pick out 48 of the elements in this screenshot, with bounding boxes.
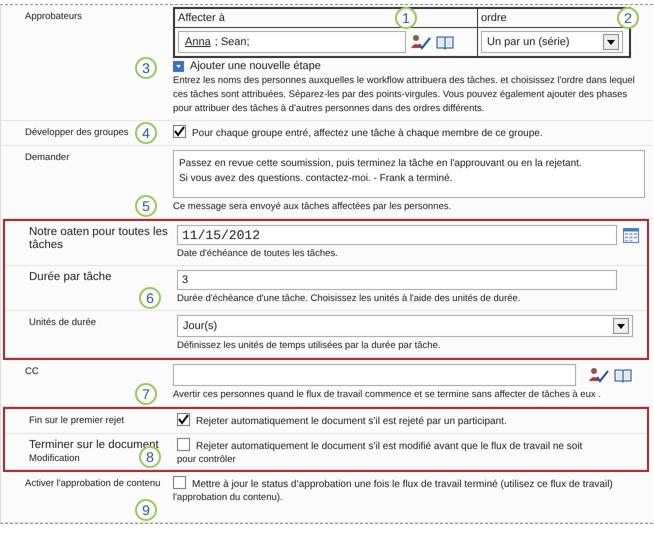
help-text: Entrez les noms des personnes auxquelles le workflow attribuera des tâches. et choisissez l'ordre dans lequel ces tâches sont attribuées. Séparez-les par des points-virgules. Vous pouvez également ajouter des phases pour attribuer des tâches à d’autres personnes dans des ordres différents. — [173, 74, 636, 116]
checkbox[interactable] — [173, 476, 186, 489]
field-label: Durée par tâche — [29, 271, 112, 283]
callout-number: 1 — [395, 7, 417, 29]
date-field[interactable]: 11/15/2012 — [177, 225, 617, 245]
callout-number: 5 — [135, 195, 157, 217]
help-text: Date d'échéance de toutes les tâches. — [177, 247, 339, 261]
calendar-icon[interactable] — [623, 228, 639, 242]
checkbox-label: Rejeter automatiquement le document s’il est modifié avant que le flux de travail ne soit — [196, 441, 582, 452]
expand-icon[interactable] — [173, 60, 184, 72]
order-dropdown[interactable]: Un par un (série) — [481, 31, 623, 53]
help-text: Avertir ces personnes quand le flux de travail commence et se termine sans affecter de tâches à eux . — [173, 388, 602, 402]
address-book-icon[interactable] — [614, 367, 632, 383]
checkbox-label: Mettre à jour le status d’approbation une fois le flux de travail terminé (utilisez ce flux de travail) — [192, 479, 613, 490]
callout-number: 4 — [135, 122, 157, 144]
callout-number: 9 — [135, 499, 157, 521]
checkbox[interactable] — [177, 438, 190, 451]
callout-number: 7 — [135, 383, 157, 405]
check-names-icon[interactable] — [588, 367, 610, 383]
checkbox[interactable] — [177, 413, 190, 426]
field-label: Demander — [25, 152, 70, 163]
checkbox-label: Rejeter automatiquement le document s’il est rejeté par un participant. — [196, 416, 507, 427]
address-book-icon[interactable] — [436, 34, 454, 50]
help-text: pour contrôler — [177, 454, 236, 465]
checkbox[interactable] — [173, 125, 186, 138]
assign-to-field[interactable]: Anna ; Sean; — [178, 31, 406, 53]
cc-field[interactable] — [173, 364, 576, 386]
callout-number: 2 — [617, 7, 639, 29]
field-label: Modification — [29, 452, 80, 465]
help-text: l'approbation du contenu). — [173, 492, 283, 503]
message-field[interactable]: Passez en revue cette soumission, puis terminez la tâche en l'approuvant ou en la rejetant. Si vous avez des questions. contactez-moi. - Frank a terminé. — [173, 150, 645, 198]
field-label: Notre oaten pour toutes les tâches — [29, 226, 168, 251]
callout-number: 6 — [139, 287, 161, 309]
field-label: Fin sur le premier rejet — [29, 415, 124, 426]
field-label: Approbateurs — [25, 11, 82, 22]
field-label: Activer l'approbation de contenu — [25, 478, 160, 489]
callout-number: 3 — [135, 57, 157, 79]
field-label: CC — [25, 366, 39, 377]
field-label: Unités de durée — [29, 317, 96, 328]
checkbox-label: Pour chaque groupe entré, affectez une tâche à chaque membre de ce groupe. — [192, 128, 543, 139]
duration-field[interactable]: 3 — [177, 270, 617, 290]
duration-units-dropdown[interactable]: Jour(s) — [177, 315, 633, 337]
help-text: Ce message sera envoyé aux tâches affectées par les personnes. — [173, 200, 452, 214]
check-names-icon[interactable] — [410, 34, 432, 50]
add-stage-link[interactable]: Ajouter une nouvelle étape — [190, 60, 321, 72]
help-text: Définissez les unités de temps utilisées par la durée par tâche. — [177, 339, 442, 353]
help-text: Durée d'échéance d'une tâche. Choisissez les unités à l'aide des unités de durée. — [177, 292, 522, 306]
field-label: Développer des groupes — [25, 127, 129, 138]
